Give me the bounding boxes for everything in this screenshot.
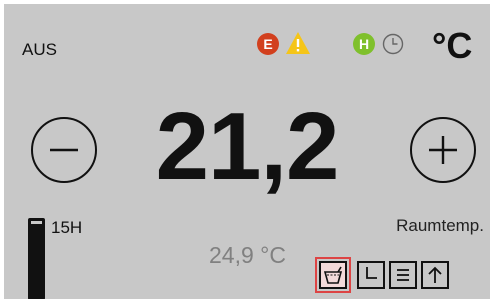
sensor-label: Raumtemp. bbox=[396, 216, 484, 235]
warning-icon[interactable] bbox=[285, 31, 311, 55]
level-bar-empty bbox=[31, 221, 42, 224]
menu-icon bbox=[397, 269, 409, 281]
level-text: 15H bbox=[51, 218, 83, 237]
basin-icon bbox=[323, 266, 343, 284]
basin-button-face bbox=[319, 261, 347, 289]
basin-button[interactable] bbox=[315, 257, 351, 293]
temperature-unit: °C bbox=[432, 25, 473, 66]
thermostat-screen: AUS E H °C 21,2 15H Raumtemp. 24,9 °C bbox=[4, 4, 490, 299]
mode-label: AUS bbox=[22, 40, 57, 59]
arrow-up-icon bbox=[428, 266, 442, 283]
setpoint-value: 21,2 bbox=[155, 93, 340, 200]
up-button[interactable] bbox=[421, 261, 449, 289]
increase-button[interactable] bbox=[409, 116, 477, 184]
clock-icon[interactable] bbox=[382, 33, 404, 55]
holiday-badge[interactable]: H bbox=[353, 33, 375, 55]
plus-icon bbox=[410, 117, 476, 183]
menu-button[interactable] bbox=[389, 261, 417, 289]
timer-icon bbox=[366, 267, 377, 279]
timer-button[interactable] bbox=[357, 261, 385, 289]
error-badge[interactable]: E bbox=[257, 33, 279, 55]
actual-temperature: 24,9 °C bbox=[209, 242, 286, 268]
level-bar bbox=[28, 218, 45, 299]
